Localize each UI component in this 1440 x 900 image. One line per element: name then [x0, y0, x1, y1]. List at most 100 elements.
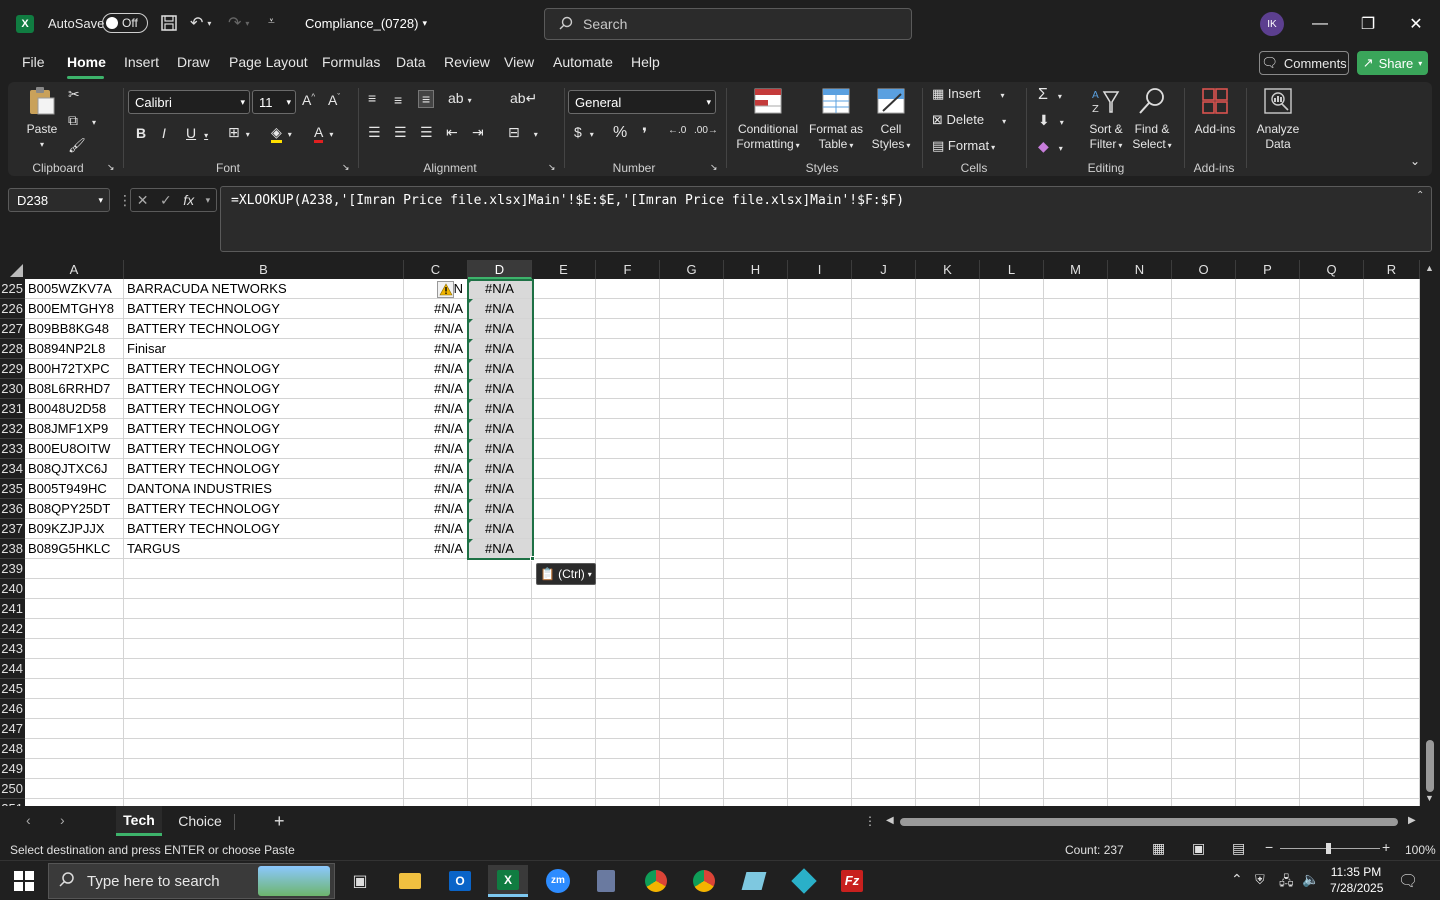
cell-empty[interactable]	[1364, 799, 1420, 806]
cell-empty[interactable]	[596, 719, 660, 739]
cell-a[interactable]	[25, 639, 124, 659]
row-header[interactable]: 235	[0, 479, 25, 499]
cell-empty[interactable]	[660, 599, 724, 619]
cell-empty[interactable]	[1172, 279, 1236, 299]
cell-a[interactable]	[25, 759, 124, 779]
cell-empty[interactable]	[1172, 559, 1236, 579]
cell-empty[interactable]	[852, 379, 916, 399]
cell-empty[interactable]	[1044, 359, 1108, 379]
cell-empty[interactable]	[532, 619, 596, 639]
cell-empty[interactable]	[1364, 659, 1420, 679]
name-box[interactable]: D238 ▾	[8, 188, 110, 212]
restore-icon[interactable]: ❐	[1354, 10, 1382, 38]
cell-empty[interactable]	[852, 459, 916, 479]
cell-empty[interactable]	[1364, 579, 1420, 599]
cell-empty[interactable]	[1172, 799, 1236, 806]
cell-empty[interactable]	[596, 299, 660, 319]
cell-empty[interactable]	[596, 319, 660, 339]
cell-empty[interactable]	[1108, 399, 1172, 419]
dialog-launcher-icon[interactable]: ↘	[107, 162, 115, 173]
cell-empty[interactable]	[1364, 559, 1420, 579]
cell-empty[interactable]	[788, 399, 852, 419]
cell-empty[interactable]	[980, 399, 1044, 419]
cell-empty[interactable]	[1364, 739, 1420, 759]
cell-b[interactable]	[124, 779, 404, 799]
cell-empty[interactable]	[980, 479, 1044, 499]
sheet-tab-choice[interactable]: Choice	[170, 806, 230, 836]
cell-c[interactable]	[404, 639, 468, 659]
cell-a[interactable]	[25, 699, 124, 719]
close-icon[interactable]: ✕	[1402, 10, 1430, 38]
cell-empty[interactable]	[596, 279, 660, 299]
row-header[interactable]: 240	[0, 579, 25, 599]
dialog-launcher-icon[interactable]: ↘	[710, 162, 718, 173]
cell-empty[interactable]	[532, 299, 596, 319]
column-header-l[interactable]: L	[980, 260, 1044, 279]
cell-empty[interactable]	[852, 759, 916, 779]
bold-icon[interactable]: B	[136, 125, 146, 141]
cell-empty[interactable]	[916, 779, 980, 799]
cell-empty[interactable]	[1236, 659, 1300, 679]
cell-empty[interactable]	[1044, 739, 1108, 759]
cell-empty[interactable]	[1300, 319, 1364, 339]
cell-empty[interactable]	[1236, 399, 1300, 419]
cell-empty[interactable]	[724, 439, 788, 459]
cell-d[interactable]	[468, 659, 532, 679]
cell-styles-button[interactable]: Cell Styles ▾	[866, 86, 916, 153]
cell-c[interactable]: #N/A	[404, 359, 468, 379]
cell-empty[interactable]	[1364, 359, 1420, 379]
cell-empty[interactable]	[1236, 639, 1300, 659]
cell-b[interactable]	[124, 559, 404, 579]
cell-b[interactable]: BATTERY TECHNOLOGY	[124, 499, 404, 519]
cell-d[interactable]: #N/A	[468, 539, 532, 559]
cell-empty[interactable]	[724, 359, 788, 379]
cell-empty[interactable]	[1044, 299, 1108, 319]
cell-empty[interactable]	[532, 419, 596, 439]
cell-empty[interactable]	[1300, 419, 1364, 439]
insert-cells-button[interactable]: ▦ Insert ▾	[932, 86, 1004, 102]
italic-icon[interactable]: I	[162, 125, 166, 141]
cell-empty[interactable]	[1364, 459, 1420, 479]
cell-b[interactable]	[124, 599, 404, 619]
cell-b[interactable]: BATTERY TECHNOLOGY	[124, 419, 404, 439]
cell-empty[interactable]	[1300, 479, 1364, 499]
cell-empty[interactable]	[1364, 299, 1420, 319]
security-icon[interactable]: ⛨	[1255, 872, 1265, 888]
cell-empty[interactable]	[1364, 719, 1420, 739]
copy-icon[interactable]: ⧉ ▾	[68, 112, 96, 129]
cell-empty[interactable]	[1108, 779, 1172, 799]
cell-c[interactable]: #N	[404, 279, 468, 299]
cell-c[interactable]: #N/A	[404, 459, 468, 479]
column-header-i[interactable]: I	[788, 260, 852, 279]
cell-empty[interactable]	[660, 459, 724, 479]
cell-empty[interactable]	[1172, 619, 1236, 639]
cell-empty[interactable]	[852, 299, 916, 319]
cell-empty[interactable]	[852, 539, 916, 559]
row-header[interactable]: 234	[0, 459, 25, 479]
cell-c[interactable]	[404, 799, 468, 806]
cancel-icon[interactable]: ✕	[137, 192, 149, 209]
align-left-icon[interactable]: ☰	[368, 124, 381, 141]
font-size-select[interactable]: 11 ▾	[252, 90, 296, 114]
cell-empty[interactable]	[1108, 759, 1172, 779]
cell-empty[interactable]	[660, 739, 724, 759]
row-header[interactable]: 248	[0, 739, 25, 759]
cell-empty[interactable]	[1364, 619, 1420, 639]
row-header[interactable]: 226	[0, 299, 25, 319]
cell-empty[interactable]	[788, 279, 852, 299]
cell-empty[interactable]	[916, 599, 980, 619]
page-break-view-icon[interactable]: ▤	[1232, 840, 1245, 857]
cell-empty[interactable]	[660, 799, 724, 806]
chevron-down-icon[interactable]: ▾	[206, 195, 211, 206]
analyze-data-button[interactable]: Analyze Data	[1252, 86, 1304, 152]
cell-empty[interactable]	[596, 339, 660, 359]
row-header[interactable]: 225	[0, 279, 25, 299]
cell-empty[interactable]	[1044, 659, 1108, 679]
cell-empty[interactable]	[596, 419, 660, 439]
column-header-b[interactable]: B	[124, 260, 404, 279]
tab-review[interactable]: Review	[444, 54, 490, 70]
cell-empty[interactable]	[1108, 579, 1172, 599]
cell-empty[interactable]	[532, 679, 596, 699]
cell-empty[interactable]	[1044, 679, 1108, 699]
cell-empty[interactable]	[532, 699, 596, 719]
